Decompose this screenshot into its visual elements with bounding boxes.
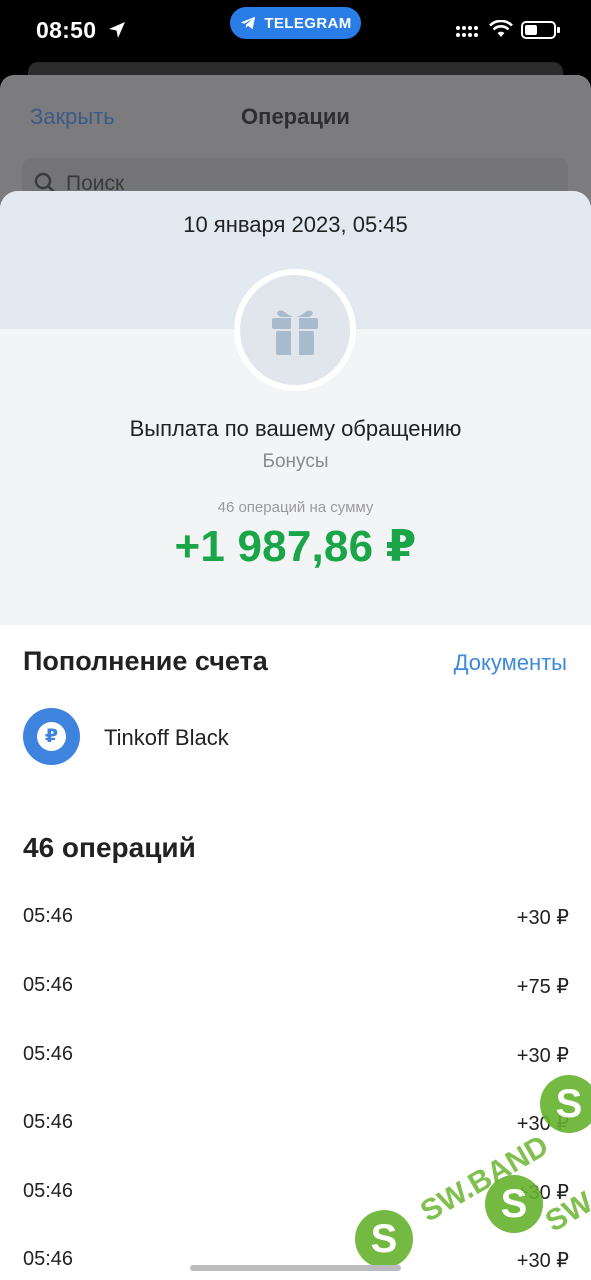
list-item[interactable]: 05:46 +30 ₽ <box>0 905 591 973</box>
operation-amount: +75 ₽ <box>516 976 569 998</box>
operation-total-amount: +1 987,86 ₽ <box>174 522 417 571</box>
operation-date: 10 января 2023, 05:45 <box>183 212 408 237</box>
status-bar: 08:50 TELEGRAM <box>0 0 591 62</box>
watermark-logo-icon: S <box>355 1210 413 1268</box>
home-indicator[interactable] <box>190 1265 401 1271</box>
account-name[interactable]: Tinkoff Black <box>104 725 229 751</box>
gift-icon <box>272 310 318 355</box>
operation-time: 05:46 <box>23 974 74 996</box>
operation-title: Выплата по вашему обращению <box>129 416 462 441</box>
operation-amount: +30 ₽ <box>516 907 569 929</box>
wifi-icon <box>489 20 513 37</box>
status-time: 08:50 <box>36 17 97 43</box>
operation-time: 05:46 <box>23 1111 74 1133</box>
watermark-logo-icon: S <box>540 1075 591 1133</box>
operation-category: Бонусы <box>262 451 329 472</box>
location-arrow-icon <box>109 22 125 38</box>
cellular-signal-icon <box>456 23 480 37</box>
telegram-return-pill[interactable]: TELEGRAM <box>230 7 361 39</box>
telegram-icon <box>241 16 256 30</box>
operation-time: 05:46 <box>23 1043 74 1065</box>
operations-list-title: 46 операций <box>23 832 196 863</box>
operation-time: 05:46 <box>23 1180 74 1202</box>
operation-time: 05:46 <box>23 1248 74 1270</box>
operations-count-label: 46 операций на сумму <box>217 499 374 516</box>
battery-icon <box>521 21 560 39</box>
background-sheet-edge <box>28 62 563 76</box>
operation-time: 05:46 <box>23 905 74 927</box>
account-section-title: Пополнение счета <box>23 646 268 676</box>
operations-screen-title: Операции <box>241 104 350 129</box>
list-item[interactable]: 05:46 +75 ₽ <box>0 974 591 1042</box>
watermark: S S S SW.BAND SW.BAND <box>340 1070 591 1280</box>
operation-amount: +30 ₽ <box>516 1045 569 1067</box>
operation-avatar <box>234 269 356 391</box>
telegram-pill-label: TELEGRAM <box>264 14 352 32</box>
documents-link[interactable]: Документы <box>454 650 567 676</box>
ruble-account-icon: ₽ <box>23 708 80 765</box>
